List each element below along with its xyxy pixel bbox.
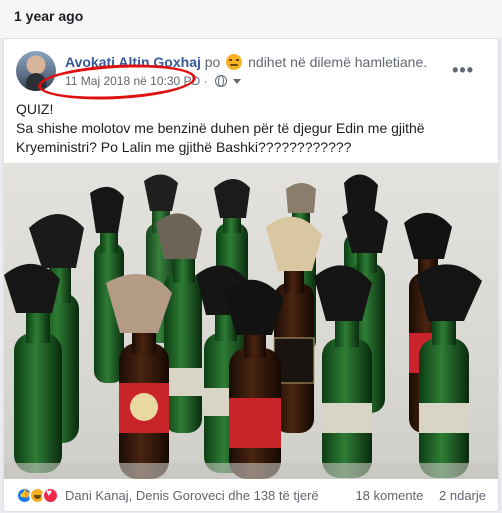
reactors-text[interactable]: Dani Kanaj, Denis Goroveci dhe 138 të tj… (65, 488, 319, 503)
post-footer: Dani Kanaj, Denis Goroveci dhe 138 të tj… (4, 479, 498, 511)
feeling-prefix: po (204, 54, 221, 70)
love-icon (42, 486, 59, 504)
globe-icon[interactable] (214, 75, 227, 87)
bottle (4, 263, 62, 473)
post-card: Avokati Altin Goxhaj po ndihet në dilemë… (3, 38, 499, 512)
meta-separator: · (203, 74, 208, 88)
confused-face-icon (226, 54, 243, 70)
comments-count[interactable]: 18 komente (355, 488, 423, 503)
post-photo[interactable] (4, 163, 498, 479)
bottle (314, 265, 372, 478)
memory-label: 1 year ago (14, 8, 84, 24)
molotov-bottles-photo (4, 174, 498, 479)
feeling-text: ndihet në dilemë hamletiane. (248, 54, 428, 70)
post-text: QUIZ! Sa shishe molotov me benzinë duhen… (16, 101, 425, 155)
shares-count[interactable]: 2 ndarje (439, 488, 486, 503)
bottle (416, 264, 482, 478)
memory-header: 1 year ago (0, 0, 502, 38)
bottle (224, 279, 284, 479)
more-options-icon[interactable]: ••• (452, 61, 474, 79)
engagement-counts: 18 komente 2 ndarje (355, 488, 486, 503)
chevron-down-icon[interactable] (233, 79, 242, 84)
reactions-summary[interactable]: Dani Kanaj, Denis Goroveci dhe 138 të tj… (16, 486, 319, 504)
